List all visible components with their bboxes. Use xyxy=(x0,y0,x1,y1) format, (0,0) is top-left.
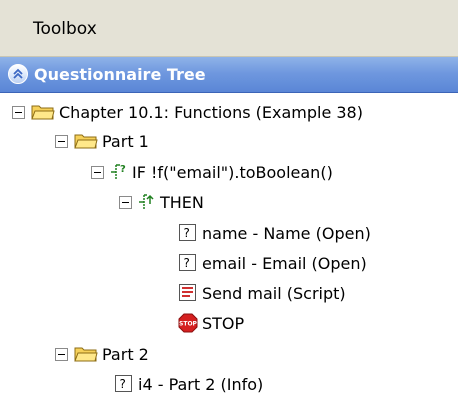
collapse-toggle[interactable] xyxy=(91,165,104,179)
tree-label: IF !f("email").toBoolean() xyxy=(132,162,333,182)
question-icon: ? xyxy=(114,374,134,394)
tree-label: Part 2 xyxy=(102,344,149,364)
branch-icon xyxy=(138,192,156,212)
stop-icon: STOP xyxy=(178,313,198,333)
collapse-toggle[interactable] xyxy=(12,105,25,119)
tree-node-then[interactable]: THEN xyxy=(119,187,204,217)
collapse-toggle[interactable] xyxy=(119,195,132,209)
tree-node-question-email[interactable]: ? email - Email (Open) xyxy=(178,248,367,278)
folder-icon xyxy=(74,345,98,363)
svg-text:?: ? xyxy=(120,164,126,175)
svg-text:?: ? xyxy=(184,256,190,270)
panel-title: Questionnaire Tree xyxy=(34,65,206,84)
tree-label: name - Name (Open) xyxy=(202,223,371,243)
tree-label: Part 1 xyxy=(102,131,149,151)
tree-node-info-i4[interactable]: ? i4 - Part 2 (Info) xyxy=(114,369,263,399)
tree-node-if[interactable]: ? IF !f("email").toBoolean() xyxy=(91,157,333,187)
tree-node-part-2[interactable]: Part 2 xyxy=(55,339,149,369)
tree-node-question-name[interactable]: ? name - Name (Open) xyxy=(178,218,371,248)
collapse-toggle[interactable] xyxy=(55,347,68,361)
folder-icon xyxy=(31,103,55,121)
toolbox-title: Toolbox xyxy=(33,19,97,39)
question-icon: ? xyxy=(178,223,198,243)
svg-text:?: ? xyxy=(184,226,190,240)
tree-node-chapter[interactable]: Chapter 10.1: Functions (Example 38) xyxy=(12,97,363,127)
tree-label: STOP xyxy=(202,313,245,333)
toolbox-header: Toolbox xyxy=(0,0,458,57)
svg-text:?: ? xyxy=(120,377,126,391)
tree-node-send-mail[interactable]: Send mail (Script) xyxy=(178,278,346,308)
double-chevron-up-icon[interactable] xyxy=(8,64,28,84)
tree-label: Chapter 10.1: Functions (Example 38) xyxy=(59,102,363,122)
tree-label: THEN xyxy=(160,192,204,212)
script-icon xyxy=(178,283,198,303)
tree-node-part-1[interactable]: Part 1 xyxy=(55,126,149,156)
questionnaire-tree: Chapter 10.1: Functions (Example 38) Par… xyxy=(0,94,458,416)
condition-icon: ? xyxy=(110,162,128,182)
tree-label: email - Email (Open) xyxy=(202,253,367,273)
collapse-toggle[interactable] xyxy=(55,134,68,148)
tree-label: Send mail (Script) xyxy=(202,283,346,303)
folder-icon xyxy=(74,132,98,150)
questionnaire-tree-header[interactable]: Questionnaire Tree xyxy=(0,57,458,93)
question-icon: ? xyxy=(178,253,198,273)
tree-node-stop[interactable]: STOP STOP xyxy=(178,308,244,338)
stop-badge-text: STOP xyxy=(179,321,198,328)
tree-label: i4 - Part 2 (Info) xyxy=(138,374,264,394)
